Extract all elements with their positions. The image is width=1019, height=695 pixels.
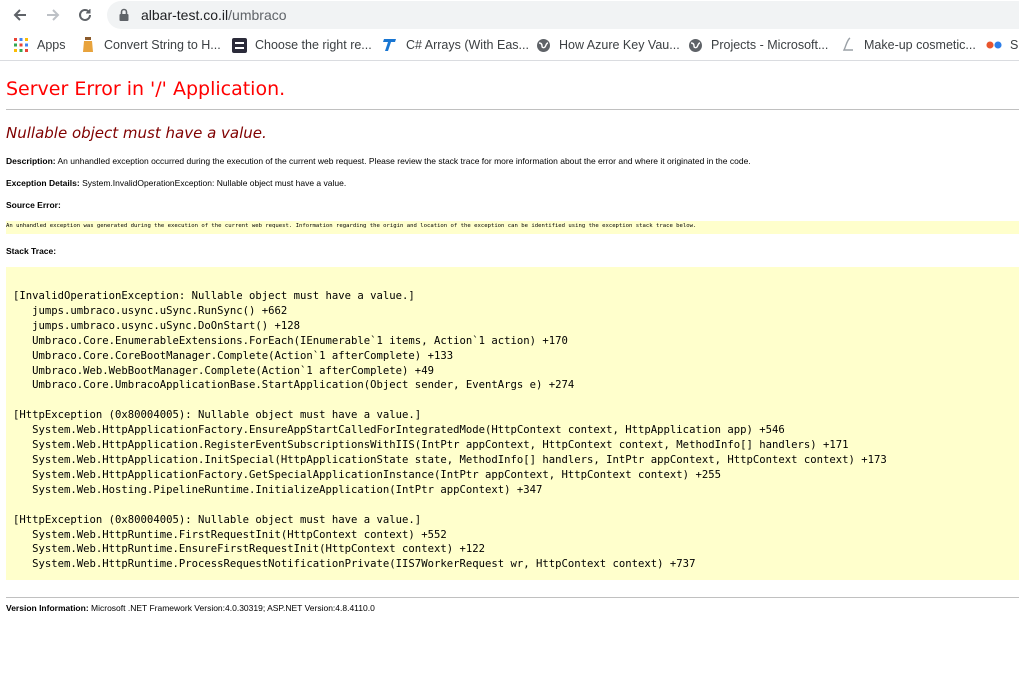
url-text: albar-test.co.il/umbraco	[141, 7, 287, 23]
bookmark-label: Apps	[37, 38, 66, 52]
version-information-line: Version Information: Microsoft .NET Fram…	[6, 603, 375, 613]
arrow-right-icon	[47, 9, 60, 21]
bookmark-make-up-cosmetic[interactable]: Make-up cosmetic...	[840, 37, 976, 53]
source-error-label: Source Error:	[6, 200, 61, 210]
bookmark-projects-microsoft[interactable]: Projects - Microsoft...	[687, 37, 828, 53]
source-error-heading: Source Error:	[6, 200, 61, 210]
description-line: Description: An unhandled exception occu…	[6, 156, 751, 166]
bookmark-choose-right[interactable]: Choose the right re...	[231, 37, 372, 53]
divider	[6, 109, 1019, 110]
source-error-text: An unhandled exception was generated dur…	[6, 223, 697, 229]
source-error-box: An unhandled exception was generated dur…	[6, 221, 1019, 234]
bookmark-azure-key-vault[interactable]: How Azure Key Vau...	[535, 37, 680, 53]
stack-trace-text: [InvalidOperationException: Nullable obj…	[13, 290, 887, 571]
stack-trace-heading: Stack Trace:	[6, 246, 56, 256]
exception-details-text: System.InvalidOperationException: Nullab…	[82, 178, 347, 188]
bookmark-label: S	[1010, 38, 1019, 52]
bookmark-apps[interactable]: Apps	[13, 37, 66, 53]
arrow-left-icon	[13, 9, 26, 21]
browser-toolbar: albar-test.co.il/umbraco	[0, 0, 1019, 30]
exception-details-label: Exception Details:	[6, 178, 80, 188]
exception-details-line: Exception Details: System.InvalidOperati…	[6, 178, 346, 188]
t-logo-icon	[382, 37, 398, 53]
bookmark-label: Projects - Microsoft...	[711, 38, 829, 52]
description-text: An unhandled exception occurred during t…	[57, 156, 751, 166]
error-subtitle: Nullable object must have a value.	[6, 124, 267, 142]
description-label: Description:	[6, 156, 56, 166]
page-title: Server Error in '/' Application.	[6, 78, 286, 100]
stack-trace-label: Stack Trace:	[6, 246, 57, 256]
eyes-icon	[986, 37, 1002, 53]
forward-button[interactable]	[42, 4, 64, 26]
app-icon	[231, 37, 247, 53]
bookmark-label: How Azure Key Vau...	[559, 38, 680, 52]
globe-icon	[535, 37, 551, 53]
bookmark-label: Convert String to H...	[104, 38, 221, 52]
l-logo-icon	[840, 37, 856, 53]
bookmarks-bar: Apps Convert String to H... Choose the r…	[0, 30, 1019, 61]
globe-icon	[687, 37, 703, 53]
back-button[interactable]	[9, 4, 31, 26]
reload-icon	[79, 8, 91, 21]
divider	[6, 597, 1019, 598]
stack-trace-box: [InvalidOperationException: Nullable obj…	[6, 267, 1019, 580]
bookmark-s[interactable]: S	[986, 37, 1018, 53]
lock-icon	[118, 8, 132, 22]
bookmark-csharp-arrays[interactable]: C# Arrays (With Eas...	[382, 37, 529, 53]
jar-icon	[80, 37, 96, 53]
bookmark-label: Make-up cosmetic...	[864, 38, 976, 52]
bookmark-label: Choose the right re...	[255, 38, 372, 52]
reload-button[interactable]	[74, 4, 96, 26]
address-bar[interactable]: albar-test.co.il/umbraco	[107, 1, 1019, 29]
bookmark-convert-string[interactable]: Convert String to H...	[80, 37, 221, 53]
version-information-label: Version Information:	[6, 603, 89, 613]
apps-grid-icon	[13, 37, 29, 53]
version-information-text: Microsoft .NET Framework Version:4.0.303…	[91, 603, 375, 613]
bookmark-label: C# Arrays (With Eas...	[406, 38, 529, 52]
